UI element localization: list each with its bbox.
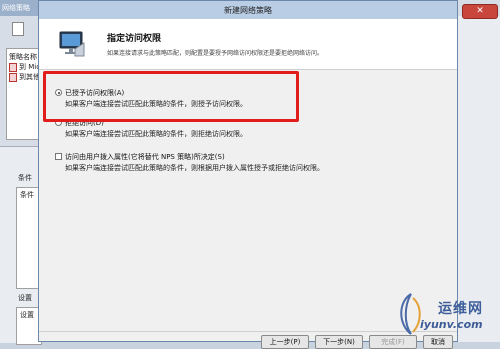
- settings-column-header: 设置: [20, 311, 34, 319]
- policy-row[interactable]: 到 Mic: [9, 62, 40, 72]
- monitor-icon: [59, 31, 85, 57]
- policy-icon: [9, 72, 17, 82]
- dial-in-properties-description: 如果客户端连接尝试匹配此策略的条件，则根据用户拨入属性授予或拒绝访问权限。: [65, 164, 324, 172]
- details-pane: 条件 条件 设置 设置: [0, 146, 42, 345]
- dialog-titlebar: 新建网络策略: [39, 1, 457, 19]
- back-button[interactable]: 上一步(P): [261, 335, 309, 349]
- policy-list[interactable]: 策略名称 到 Mic 到其他: [6, 48, 42, 140]
- background-window-title: 网络策略: [2, 4, 30, 12]
- background-titlebar: 网络策略: [0, 0, 40, 16]
- highlight-annotation: [43, 71, 299, 122]
- background-right-edge: [458, 16, 500, 342]
- policy-icon: [9, 62, 17, 72]
- page-subheading: 如果连接请求与此策略匹配，则配置是要授予网络访问权限还是要拒绝网络访问。: [107, 50, 324, 57]
- policy-name-header: 策略名称: [9, 53, 37, 61]
- dialog-title: 新建网络策略: [224, 6, 272, 15]
- policy-row[interactable]: 到其他: [9, 72, 40, 82]
- page-heading: 指定访问权限: [107, 34, 162, 44]
- watermark-url: iyunv.com: [420, 318, 483, 331]
- watermark-site-name: 运维网: [438, 301, 483, 317]
- document-icon[interactable]: [12, 22, 24, 36]
- settings-label: 设置: [18, 294, 32, 302]
- dialog-header: 指定访问权限 如果连接请求与此策略匹配，则配置是要授予网络访问权限还是要拒绝网络…: [39, 19, 457, 70]
- conditions-column-header: 条件: [20, 191, 34, 199]
- dial-in-properties-checkbox[interactable]: [55, 153, 62, 160]
- close-icon[interactable]: ✕: [462, 4, 498, 19]
- dial-in-properties-label[interactable]: 访问由用户拨入属性(它将替代 NPS 策略)所决定(S): [65, 152, 225, 162]
- conditions-label: 条件: [18, 174, 32, 182]
- access-denied-description: 如果客户端连接尝试匹配此策略的条件，则拒绝访问权限。: [65, 130, 247, 138]
- next-button[interactable]: 下一步(N): [315, 335, 363, 349]
